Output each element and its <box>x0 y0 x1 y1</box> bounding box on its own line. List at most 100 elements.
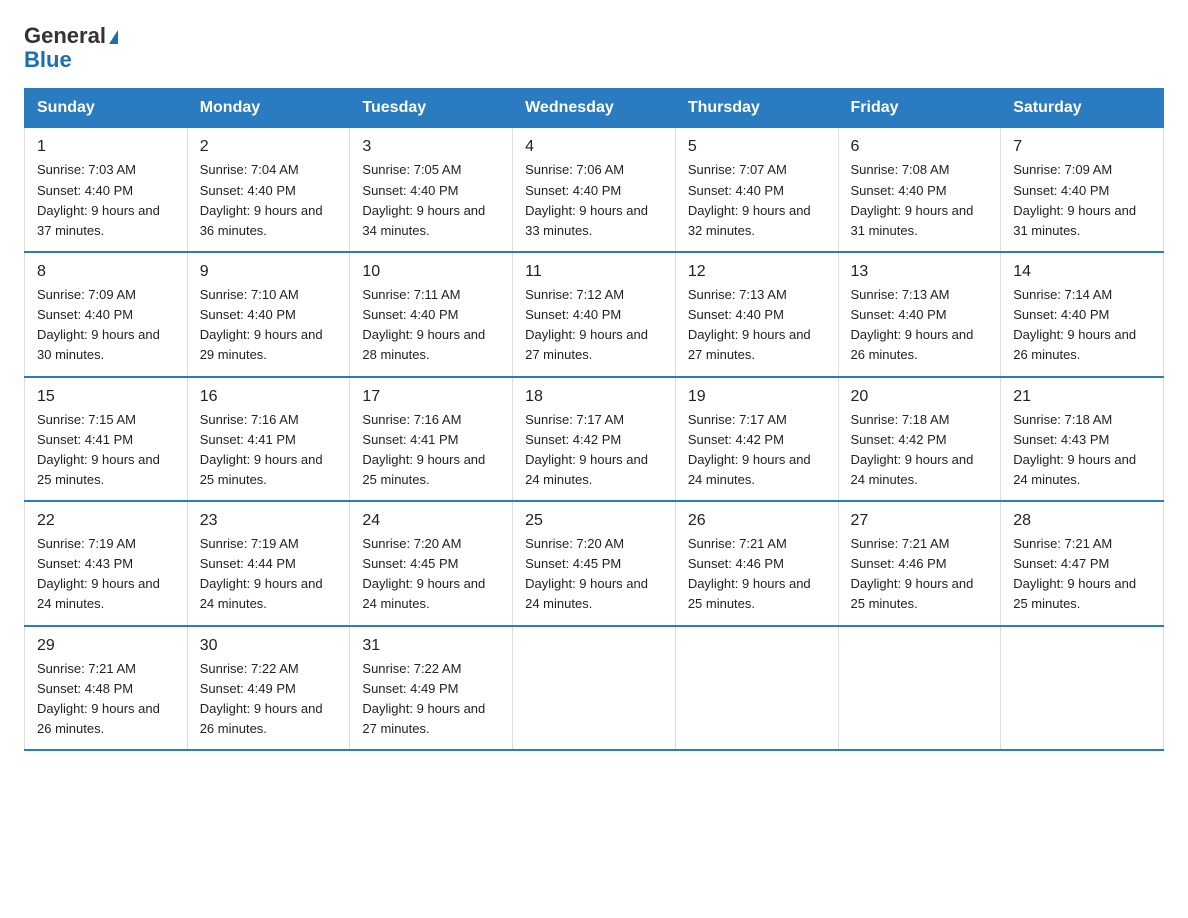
day-number: 7 <box>1013 138 1151 156</box>
calendar-cell: 16 Sunrise: 7:16 AMSunset: 4:41 PMDayligh… <box>187 377 350 502</box>
day-number: 21 <box>1013 388 1151 406</box>
day-number: 22 <box>37 512 175 530</box>
day-info: Sunrise: 7:05 AMSunset: 4:40 PMDaylight:… <box>362 162 485 237</box>
day-info: Sunrise: 7:16 AMSunset: 4:41 PMDaylight:… <box>200 412 323 487</box>
calendar-cell: 4 Sunrise: 7:06 AMSunset: 4:40 PMDaylight… <box>513 128 676 252</box>
calendar-week-row: 29Sunrise: 7:21 AMSunset: 4:48 PMDayligh… <box>25 626 1164 751</box>
weekday-header-friday: Friday <box>838 89 1001 128</box>
calendar-cell <box>513 626 676 751</box>
weekday-header-monday: Monday <box>187 89 350 128</box>
calendar-cell: 5Sunrise: 7:07 AMSunset: 4:40 PMDaylight… <box>675 128 838 252</box>
day-info: Sunrise: 7:13 AMSunset: 4:40 PMDaylight:… <box>851 287 974 362</box>
calendar-cell: 29Sunrise: 7:21 AMSunset: 4:48 PMDayligh… <box>25 626 188 751</box>
day-info: Sunrise: 7:20 AMSunset: 4:45 PMDaylight:… <box>362 536 485 611</box>
page-header: General Blue <box>24 24 1164 72</box>
weekday-header-saturday: Saturday <box>1001 89 1164 128</box>
calendar-cell: 26 Sunrise: 7:21 AMSunset: 4:46 PMDayligh… <box>675 501 838 626</box>
logo: General Blue <box>24 24 118 72</box>
day-number: 17 <box>362 388 500 406</box>
weekday-header-row: SundayMondayTuesdayWednesdayThursdayFrid… <box>25 89 1164 128</box>
calendar-week-row: 8 Sunrise: 7:09 AMSunset: 4:40 PMDaylight… <box>25 252 1164 377</box>
day-info: Sunrise: 7:10 AMSunset: 4:40 PMDaylight:… <box>200 287 323 362</box>
calendar-cell: 17 Sunrise: 7:16 AMSunset: 4:41 PMDayligh… <box>350 377 513 502</box>
day-number: 16 <box>200 388 338 406</box>
day-info: Sunrise: 7:21 AMSunset: 4:46 PMDaylight:… <box>688 536 811 611</box>
day-number: 1 <box>37 138 175 156</box>
day-number: 5 <box>688 138 826 156</box>
calendar-table: SundayMondayTuesdayWednesdayThursdayFrid… <box>24 88 1164 751</box>
day-info: Sunrise: 7:09 AMSunset: 4:40 PMDaylight:… <box>1013 162 1136 237</box>
day-info: Sunrise: 7:03 AMSunset: 4:40 PMDaylight:… <box>37 162 160 237</box>
calendar-cell: 9 Sunrise: 7:10 AMSunset: 4:40 PMDaylight… <box>187 252 350 377</box>
day-info: Sunrise: 7:21 AMSunset: 4:47 PMDaylight:… <box>1013 536 1136 611</box>
day-number: 9 <box>200 263 338 281</box>
day-info: Sunrise: 7:04 AMSunset: 4:40 PMDaylight:… <box>200 162 323 237</box>
day-number: 28 <box>1013 512 1151 530</box>
day-number: 4 <box>525 138 663 156</box>
calendar-cell: 14 Sunrise: 7:14 AMSunset: 4:40 PMDayligh… <box>1001 252 1164 377</box>
day-number: 8 <box>37 263 175 281</box>
calendar-cell: 19 Sunrise: 7:17 AMSunset: 4:42 PMDayligh… <box>675 377 838 502</box>
day-info: Sunrise: 7:17 AMSunset: 4:42 PMDaylight:… <box>688 412 811 487</box>
day-number: 30 <box>200 637 338 655</box>
calendar-cell: 20 Sunrise: 7:18 AMSunset: 4:42 PMDayligh… <box>838 377 1001 502</box>
day-number: 12 <box>688 263 826 281</box>
weekday-header-tuesday: Tuesday <box>350 89 513 128</box>
weekday-header-wednesday: Wednesday <box>513 89 676 128</box>
calendar-cell: 15 Sunrise: 7:15 AMSunset: 4:41 PMDayligh… <box>25 377 188 502</box>
calendar-cell <box>675 626 838 751</box>
calendar-cell: 6Sunrise: 7:08 AMSunset: 4:40 PMDaylight… <box>838 128 1001 252</box>
day-info: Sunrise: 7:12 AMSunset: 4:40 PMDaylight:… <box>525 287 648 362</box>
calendar-cell: 27 Sunrise: 7:21 AMSunset: 4:46 PMDayligh… <box>838 501 1001 626</box>
day-info: Sunrise: 7:15 AMSunset: 4:41 PMDaylight:… <box>37 412 160 487</box>
day-info: Sunrise: 7:19 AMSunset: 4:44 PMDaylight:… <box>200 536 323 611</box>
day-info: Sunrise: 7:11 AMSunset: 4:40 PMDaylight:… <box>362 287 485 362</box>
day-number: 24 <box>362 512 500 530</box>
calendar-cell: 21 Sunrise: 7:18 AMSunset: 4:43 PMDayligh… <box>1001 377 1164 502</box>
day-info: Sunrise: 7:16 AMSunset: 4:41 PMDaylight:… <box>362 412 485 487</box>
weekday-header-sunday: Sunday <box>25 89 188 128</box>
day-info: Sunrise: 7:18 AMSunset: 4:42 PMDaylight:… <box>851 412 974 487</box>
calendar-cell: 23Sunrise: 7:19 AMSunset: 4:44 PMDayligh… <box>187 501 350 626</box>
logo-blue: Blue <box>24 47 72 72</box>
day-number: 27 <box>851 512 989 530</box>
day-number: 18 <box>525 388 663 406</box>
calendar-cell: 11 Sunrise: 7:12 AMSunset: 4:40 PMDayligh… <box>513 252 676 377</box>
day-number: 31 <box>362 637 500 655</box>
calendar-cell: 10Sunrise: 7:11 AMSunset: 4:40 PMDayligh… <box>350 252 513 377</box>
calendar-week-row: 22 Sunrise: 7:19 AMSunset: 4:43 PMDayligh… <box>25 501 1164 626</box>
calendar-cell: 22 Sunrise: 7:19 AMSunset: 4:43 PMDayligh… <box>25 501 188 626</box>
day-info: Sunrise: 7:20 AMSunset: 4:45 PMDaylight:… <box>525 536 648 611</box>
calendar-cell: 2 Sunrise: 7:04 AMSunset: 4:40 PMDaylight… <box>187 128 350 252</box>
day-number: 2 <box>200 138 338 156</box>
day-info: Sunrise: 7:06 AMSunset: 4:40 PMDaylight:… <box>525 162 648 237</box>
logo-text: General <box>24 24 118 48</box>
day-number: 20 <box>851 388 989 406</box>
day-info: Sunrise: 7:19 AMSunset: 4:43 PMDaylight:… <box>37 536 160 611</box>
day-number: 11 <box>525 263 663 281</box>
day-number: 15 <box>37 388 175 406</box>
day-info: Sunrise: 7:21 AMSunset: 4:46 PMDaylight:… <box>851 536 974 611</box>
calendar-cell: 24 Sunrise: 7:20 AMSunset: 4:45 PMDayligh… <box>350 501 513 626</box>
calendar-cell <box>838 626 1001 751</box>
calendar-cell: 25Sunrise: 7:20 AMSunset: 4:45 PMDayligh… <box>513 501 676 626</box>
day-number: 26 <box>688 512 826 530</box>
calendar-cell: 7 Sunrise: 7:09 AMSunset: 4:40 PMDaylight… <box>1001 128 1164 252</box>
day-info: Sunrise: 7:09 AMSunset: 4:40 PMDaylight:… <box>37 287 160 362</box>
day-number: 14 <box>1013 263 1151 281</box>
weekday-header-thursday: Thursday <box>675 89 838 128</box>
calendar-cell: 13Sunrise: 7:13 AMSunset: 4:40 PMDayligh… <box>838 252 1001 377</box>
day-number: 6 <box>851 138 989 156</box>
day-info: Sunrise: 7:22 AMSunset: 4:49 PMDaylight:… <box>362 661 485 736</box>
calendar-cell: 30 Sunrise: 7:22 AMSunset: 4:49 PMDayligh… <box>187 626 350 751</box>
calendar-cell: 12 Sunrise: 7:13 AMSunset: 4:40 PMDayligh… <box>675 252 838 377</box>
day-info: Sunrise: 7:17 AMSunset: 4:42 PMDaylight:… <box>525 412 648 487</box>
day-info: Sunrise: 7:22 AMSunset: 4:49 PMDaylight:… <box>200 661 323 736</box>
calendar-cell: 3Sunrise: 7:05 AMSunset: 4:40 PMDaylight… <box>350 128 513 252</box>
day-number: 19 <box>688 388 826 406</box>
calendar-cell: 8 Sunrise: 7:09 AMSunset: 4:40 PMDaylight… <box>25 252 188 377</box>
day-info: Sunrise: 7:18 AMSunset: 4:43 PMDaylight:… <box>1013 412 1136 487</box>
day-info: Sunrise: 7:13 AMSunset: 4:40 PMDaylight:… <box>688 287 811 362</box>
day-info: Sunrise: 7:21 AMSunset: 4:48 PMDaylight:… <box>37 661 160 736</box>
day-info: Sunrise: 7:14 AMSunset: 4:40 PMDaylight:… <box>1013 287 1136 362</box>
